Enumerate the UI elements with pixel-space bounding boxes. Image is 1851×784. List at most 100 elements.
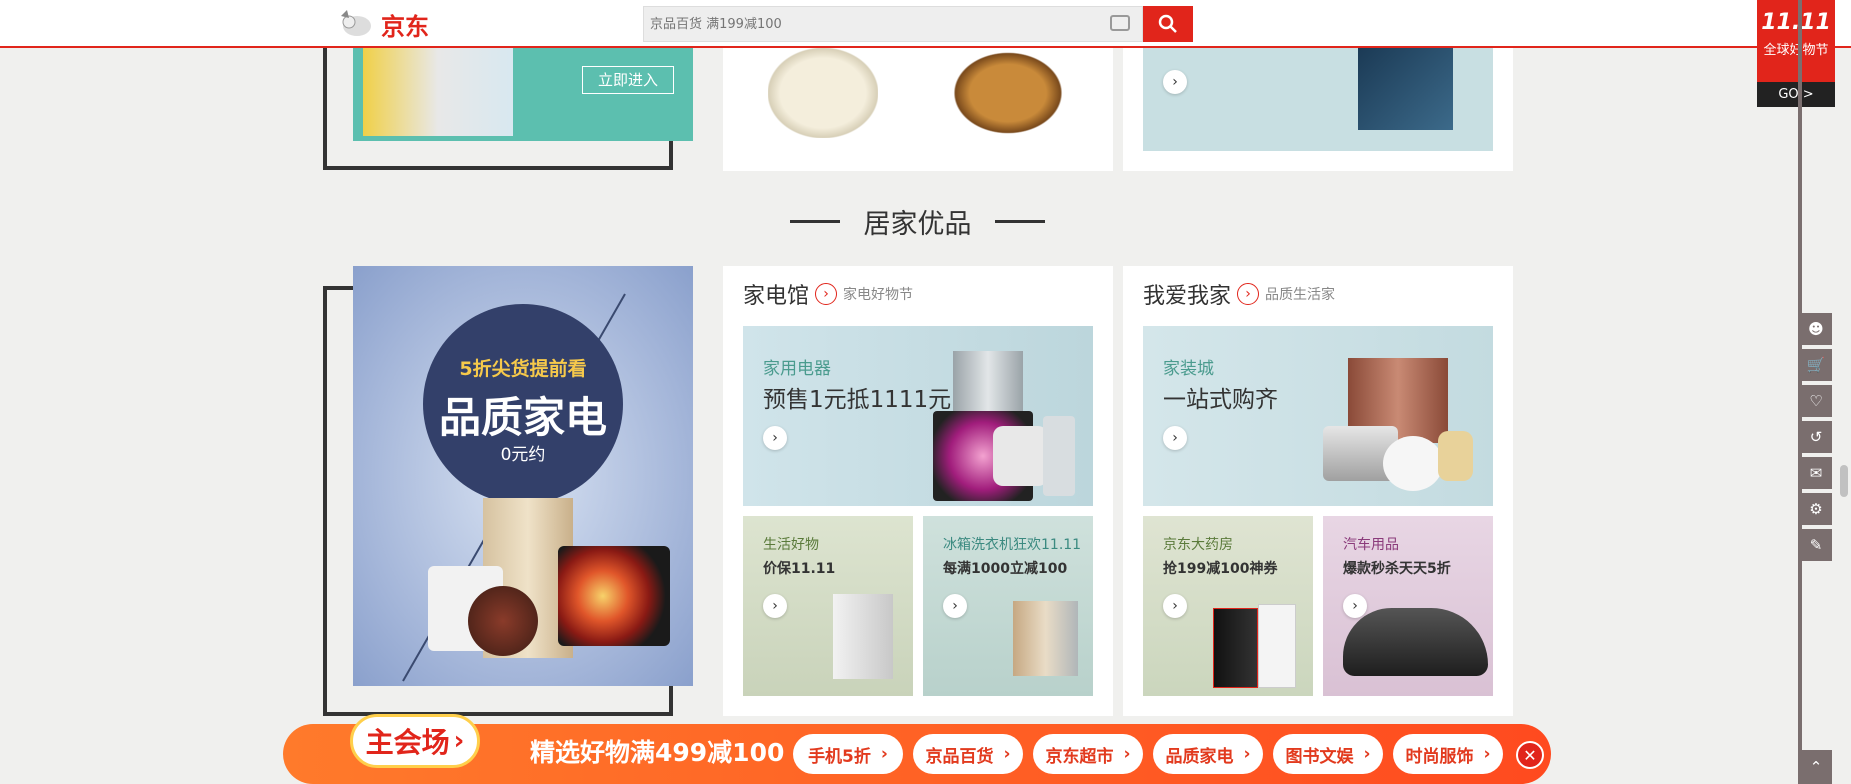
link-label: 品质家电	[1165, 746, 1234, 767]
search-input[interactable]	[644, 7, 1084, 41]
top-header: 京东	[0, 0, 1851, 48]
link-label: 时尚服饰	[1405, 746, 1474, 767]
festival-label: 全球好物节	[1763, 43, 1829, 58]
cooker-image	[468, 586, 538, 656]
arrow-right-icon[interactable]: ›	[943, 594, 967, 618]
banner-line2: 品质家电	[438, 393, 607, 442]
appliance-main-headline: 预售1元抵1111元	[763, 387, 952, 413]
medicine-box2-image	[1258, 604, 1296, 688]
link-label: 图书文娱	[1285, 746, 1354, 767]
tile-cat: 冰箱洗衣机狂欢11.11	[943, 537, 1082, 553]
festival-go: GO >	[1757, 82, 1835, 107]
arrow-right-icon[interactable]: ›	[1163, 70, 1187, 94]
title-line-left	[790, 219, 840, 223]
chevron-right-icon: ›	[880, 744, 888, 764]
home-tile-2[interactable]: 汽车用品 爆款秒杀天天5折 ›	[1323, 516, 1493, 696]
appliance-tile-1[interactable]: 生活好物 价保11.11 ›	[743, 516, 913, 696]
section-title-row: 居家优品	[790, 200, 1045, 242]
chevron-right-icon: ›	[1003, 744, 1011, 764]
left-banner-frame-right	[669, 686, 673, 716]
appliance-main-card[interactable]: 家用电器 预售1元抵1111元 ›	[743, 326, 1093, 506]
bottom-promo-text[interactable]: 精选好物满499减100	[530, 733, 784, 769]
tile-headline: 爆款秒杀天天5折	[1343, 561, 1451, 577]
banner-line3: 0元约	[500, 445, 546, 465]
book-image	[1358, 48, 1453, 130]
back-to-top-icon[interactable]: ⌃	[1800, 750, 1832, 784]
fridge-washer-image	[1013, 601, 1078, 676]
top-right-panel: ›	[1123, 48, 1513, 171]
bottom-link-phone[interactable]: 手机5折 ›	[793, 734, 903, 774]
banner-line1: 5折尖货提前看	[459, 358, 587, 380]
feedback-icon[interactable]: ✎	[1800, 529, 1832, 561]
tile-cat: 汽车用品	[1343, 537, 1399, 553]
chevron-right-icon: ›	[1123, 744, 1131, 764]
bottom-link-jingpin[interactable]: 京品百货 ›	[913, 734, 1023, 774]
home-main-headline: 一站式购齐	[1163, 387, 1278, 413]
link-label: 京品百货	[925, 746, 994, 767]
home-tile-1[interactable]: 京东大药房 抢199减100神券 ›	[1143, 516, 1313, 696]
bottom-link-appliances[interactable]: 品质家电 ›	[1153, 734, 1263, 774]
books-card[interactable]: ›	[1143, 48, 1493, 151]
chevron-right-icon: ›	[1483, 744, 1491, 764]
arrow-right-icon[interactable]: ›	[1163, 594, 1187, 618]
purifier-image	[1043, 416, 1075, 496]
arrow-right-icon[interactable]: ›	[1343, 594, 1367, 618]
medicine-box-image	[1213, 608, 1258, 688]
faucet-image	[1438, 431, 1473, 481]
appliance-header[interactable]: 家电馆 › 家电好物节	[743, 280, 914, 309]
history-icon[interactable]: ↺	[1800, 421, 1832, 453]
main-venue-button[interactable]: 主会场 ›	[350, 714, 480, 768]
chevron-right-icon: ›	[1363, 744, 1371, 764]
service-icon[interactable]: ⚙	[1800, 493, 1832, 525]
camera-icon[interactable]	[1110, 15, 1130, 31]
user-icon[interactable]: ☻	[1800, 313, 1832, 345]
buns-image	[768, 48, 878, 138]
sports-car-image	[1343, 608, 1488, 676]
heart-icon[interactable]: ♡	[1800, 385, 1832, 417]
cart-icon[interactable]: 🛒	[1800, 349, 1832, 381]
search-box	[643, 6, 1143, 42]
tile-cat: 京东大药房	[1163, 537, 1233, 553]
festival-corner[interactable]: 11.11 全球好物节 GO >	[1757, 0, 1835, 107]
link-label: 手机5折	[808, 746, 871, 767]
appliance-title: 家电馆	[743, 284, 810, 309]
main-venue-label: 主会场	[365, 726, 450, 759]
home-panel: 我爱我家 › 品质生活家 家装城 一站式购齐 › 京东大药房 抢199减100神…	[1123, 266, 1513, 716]
circle-arrow-icon: ›	[815, 283, 838, 305]
bottom-link-fashion[interactable]: 时尚服饰 ›	[1393, 734, 1503, 774]
bottom-link-supermarket[interactable]: 京东超市 ›	[1033, 734, 1143, 774]
logo[interactable]: 京东	[335, 6, 435, 42]
toilet-image	[1383, 436, 1443, 491]
chevron-right-icon: ›	[1243, 744, 1251, 764]
left-banner[interactable]: 5折尖货提前看 品质家电 0元约	[353, 266, 693, 686]
tile-headline: 价保11.11	[763, 561, 836, 577]
enter-button[interactable]: 立即进入	[582, 66, 674, 94]
arrow-right-icon[interactable]: ›	[763, 426, 787, 450]
bottom-link-books[interactable]: 图书文娱 ›	[1273, 734, 1383, 774]
top-banner[interactable]: 立即进入	[353, 48, 693, 141]
home-subtitle: 品质生活家	[1265, 287, 1336, 303]
formula-cans-image	[363, 48, 513, 136]
arrow-right-icon[interactable]: ›	[763, 594, 787, 618]
appliance-tile-2[interactable]: 冰箱洗衣机狂欢11.11 每满1000立减100 ›	[923, 516, 1093, 696]
circle-arrow-icon: ›	[1237, 283, 1260, 305]
scrollbar-thumb[interactable]	[1840, 465, 1848, 497]
tile-headline: 抢199减100神券	[1163, 561, 1278, 577]
home-header[interactable]: 我爱我家 › 品质生活家	[1143, 280, 1336, 309]
tile-cat: 生活好物	[763, 537, 819, 553]
search-button[interactable]	[1143, 6, 1193, 42]
tile-headline: 每满1000立减100	[943, 561, 1068, 577]
link-label: 京东超市	[1045, 746, 1114, 767]
title-line-right	[995, 219, 1045, 223]
home-main-cat: 家装城	[1163, 359, 1214, 379]
message-icon[interactable]: ✉	[1800, 457, 1832, 489]
arrow-right-icon[interactable]: ›	[1163, 426, 1187, 450]
tv-image	[558, 546, 670, 646]
appliance-subtitle: 家电好物节	[843, 287, 914, 303]
heater-image	[833, 594, 893, 679]
search-icon	[1158, 14, 1177, 33]
close-icon[interactable]: ✕	[1516, 741, 1544, 769]
home-main-card[interactable]: 家装城 一站式购齐 ›	[1143, 326, 1493, 506]
appliance-main-cat: 家用电器	[763, 359, 831, 379]
top-mid-panel	[723, 48, 1113, 171]
